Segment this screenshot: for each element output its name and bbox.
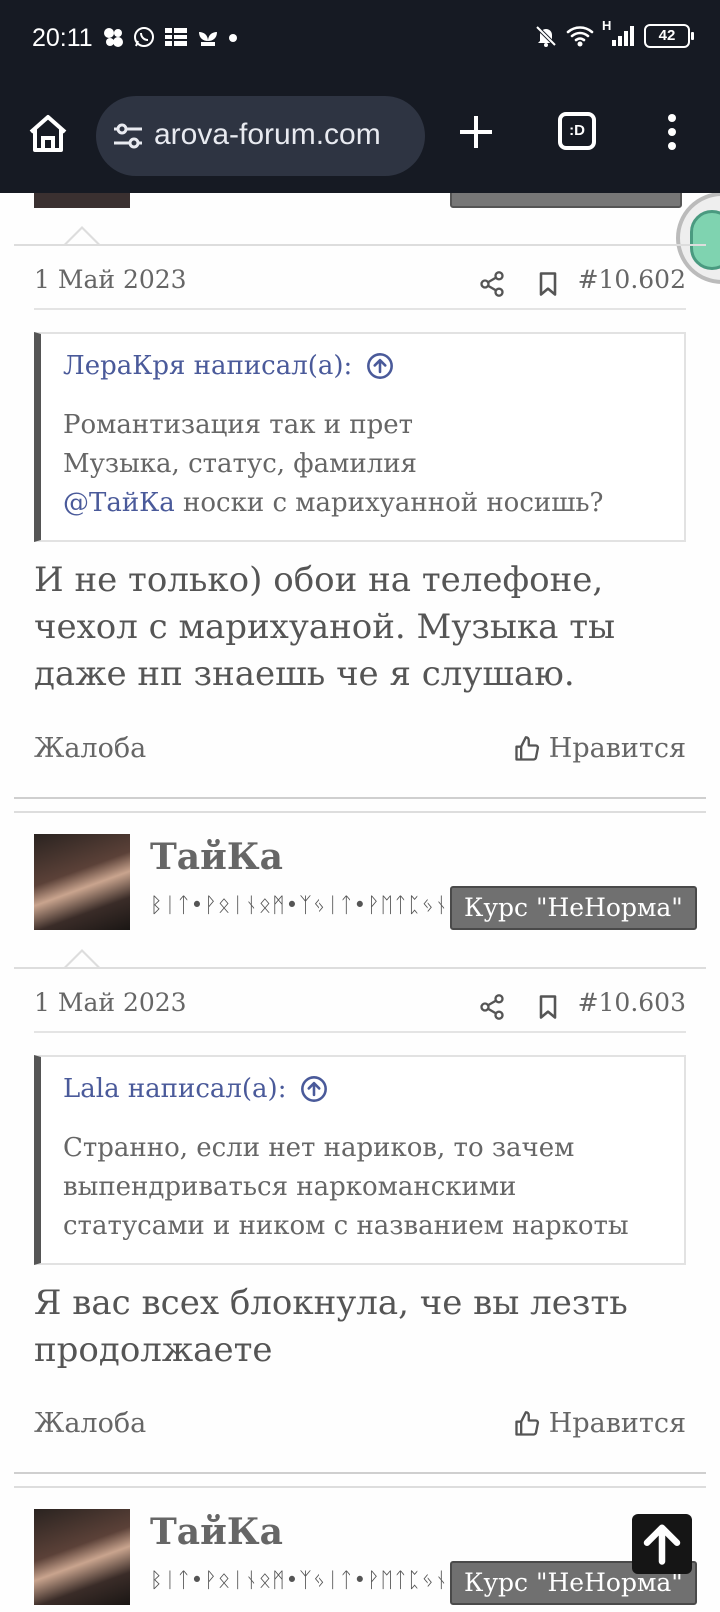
user-title: ᛒᛁᛏ•ᚹᛟᛁᚾᛟᛗ•ᛉᛃᛁᛏ•ᚹᛖᛏᛈᛃᚾᛟ bbox=[150, 1568, 463, 1592]
thumbs-up-icon bbox=[515, 735, 539, 761]
quote-block: ЛераКря написал(а): Романтизация так и п… bbox=[34, 332, 686, 542]
user-badge: Курс "НеНорма" bbox=[450, 886, 697, 930]
post-date[interactable]: 1 Май 2023 bbox=[34, 988, 187, 1017]
username-link[interactable]: ТайКа bbox=[150, 836, 283, 878]
widget-face-icon bbox=[690, 210, 720, 270]
quote-line: Романтизация так и прет bbox=[63, 410, 414, 440]
battery-icon: 42 bbox=[644, 24, 694, 48]
arrow-up-circle-icon[interactable] bbox=[366, 352, 394, 380]
quote-author[interactable]: ЛераКря написал(а): bbox=[63, 351, 352, 381]
like-button[interactable]: Нравится bbox=[513, 1408, 686, 1439]
more-dot-icon bbox=[229, 34, 237, 42]
browser-chrome: 20:11 H 42 arova-forum.com:D bbox=[0, 0, 720, 193]
share-icon[interactable] bbox=[478, 270, 506, 298]
bell-off-icon bbox=[535, 25, 557, 47]
post-message: И не только) обои на телефоне, чехол с м… bbox=[34, 560, 616, 694]
thread-page: 1 Май 2023 #10.602 ЛераКря написал(а): Р… bbox=[0, 0, 720, 1612]
address-bar[interactable]: arova-forum.com bbox=[96, 96, 425, 176]
quote-line: Странно, если нет нариков, то зачем bbox=[63, 1133, 575, 1163]
post-caret bbox=[64, 226, 100, 245]
bookmark-icon[interactable] bbox=[534, 993, 562, 1021]
like-label: Нравится bbox=[548, 733, 686, 764]
scroll-to-top-button[interactable] bbox=[632, 1514, 692, 1574]
arrow-up-circle-icon[interactable] bbox=[300, 1075, 328, 1103]
status-time: 20:11 bbox=[32, 24, 93, 52]
leaf-icon bbox=[199, 32, 217, 46]
bookmark-icon[interactable] bbox=[534, 270, 562, 298]
home-icon[interactable] bbox=[24, 110, 72, 158]
post-separator bbox=[14, 811, 706, 813]
post-date[interactable]: 1 Май 2023 bbox=[34, 265, 187, 294]
notification-icons bbox=[102, 26, 238, 48]
post-message: Я вас всех блокнула, че вы лезть продолж… bbox=[34, 1283, 628, 1370]
new-tab-icon[interactable] bbox=[456, 112, 496, 152]
report-link[interactable]: Жалоба bbox=[34, 1408, 146, 1439]
quote-block: Lala написал(а): Странно, если нет нарик… bbox=[34, 1055, 686, 1265]
system-indicators: H 42 bbox=[534, 18, 694, 48]
user-avatar[interactable] bbox=[34, 834, 130, 930]
like-label: Нравится bbox=[548, 1408, 686, 1439]
share-icon[interactable] bbox=[478, 993, 506, 1021]
quote-line: выпендриваться наркоманскими bbox=[63, 1172, 517, 1202]
like-button[interactable]: Нравится bbox=[513, 733, 686, 764]
meta-divider bbox=[34, 308, 686, 310]
post-caret bbox=[64, 949, 100, 968]
tab-switcher-button[interactable]: :D bbox=[558, 112, 596, 150]
url-text[interactable]: arova-forum.com bbox=[154, 118, 381, 152]
app-dots-icon bbox=[104, 28, 123, 47]
quote-author[interactable]: Lala написал(а): bbox=[63, 1074, 286, 1104]
post-number[interactable]: #10.603 bbox=[578, 988, 686, 1017]
post-divider bbox=[14, 967, 706, 969]
report-link[interactable]: Жалоба bbox=[34, 733, 146, 764]
quote-line: Музыка, статус, фамилия bbox=[63, 449, 417, 479]
whatsapp-icon bbox=[134, 27, 154, 47]
post-separator bbox=[14, 1472, 706, 1474]
wifi-icon bbox=[566, 26, 594, 47]
meta-divider bbox=[34, 1031, 686, 1033]
user-title: ᛒᛁᛏ•ᚹᛟᛁᚾᛟᛗ•ᛉᛃᛁᛏ•ᚹᛖᛏᛈᛃᚾᛟ bbox=[150, 893, 463, 917]
post-separator bbox=[14, 797, 706, 799]
post-number[interactable]: #10.602 bbox=[578, 265, 686, 294]
network-type: H bbox=[602, 18, 612, 33]
arrow-up-icon bbox=[643, 1524, 681, 1565]
more-vert-icon[interactable] bbox=[660, 108, 684, 156]
user-mention-link[interactable]: @ТайКа bbox=[63, 488, 175, 518]
status-bar: 20:11 H 42 bbox=[0, 0, 720, 80]
username-link[interactable]: ТайКа bbox=[150, 1511, 283, 1553]
quote-line: статусами и ником с названием наркоты bbox=[63, 1211, 629, 1241]
quote-line: носки с марихуанной носишь? bbox=[174, 488, 604, 518]
post-divider bbox=[14, 244, 706, 246]
post-separator bbox=[14, 1486, 706, 1488]
browser-toolbar: arova-forum.com :D bbox=[0, 90, 720, 186]
thumbs-up-icon bbox=[515, 1410, 539, 1436]
site-settings-icon[interactable] bbox=[112, 122, 144, 150]
news-icon bbox=[165, 28, 187, 46]
user-avatar[interactable] bbox=[34, 1509, 130, 1605]
